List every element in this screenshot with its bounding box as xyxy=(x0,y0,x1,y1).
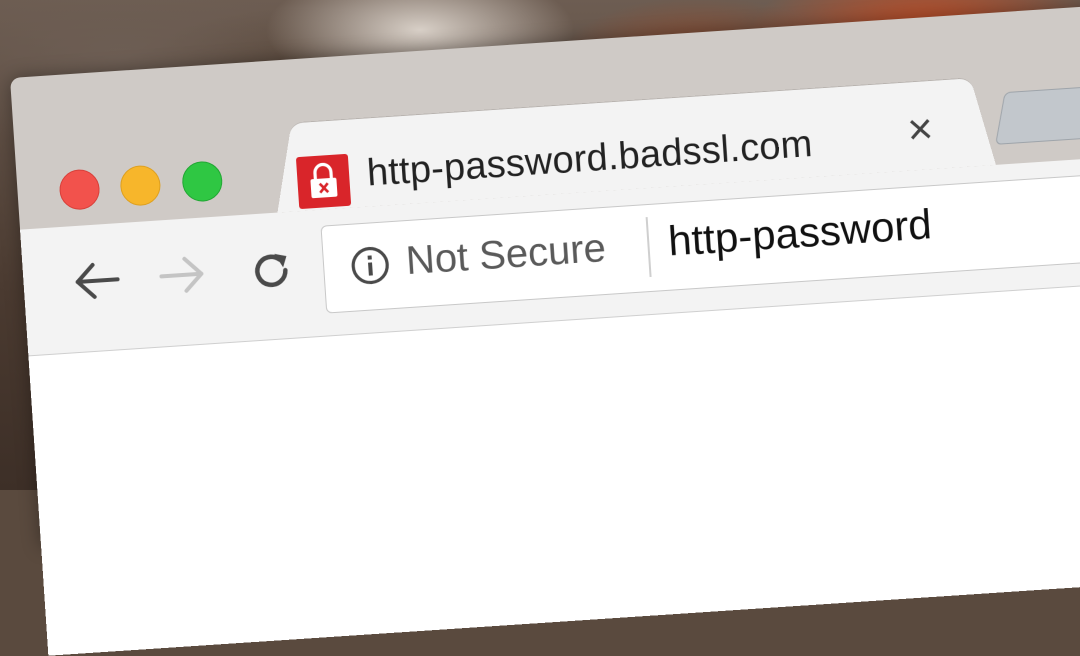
new-tab-button[interactable] xyxy=(995,85,1080,145)
security-status-label[interactable]: Not Secure xyxy=(405,226,608,284)
forward-button[interactable] xyxy=(156,251,209,303)
url-text[interactable]: http-password xyxy=(667,200,933,265)
reload-button[interactable] xyxy=(246,246,297,302)
back-button[interactable] xyxy=(70,257,123,309)
browser-window: http-password.badssl.com × Not Secure ht… xyxy=(10,2,1080,656)
arrow-left-icon xyxy=(75,262,120,299)
insecure-lock-icon xyxy=(295,153,352,210)
arrow-right-icon xyxy=(159,256,204,293)
reload-icon xyxy=(255,253,288,287)
omnibox-divider xyxy=(645,217,652,278)
info-icon[interactable] xyxy=(349,244,392,287)
close-tab-icon[interactable]: × xyxy=(906,104,935,155)
